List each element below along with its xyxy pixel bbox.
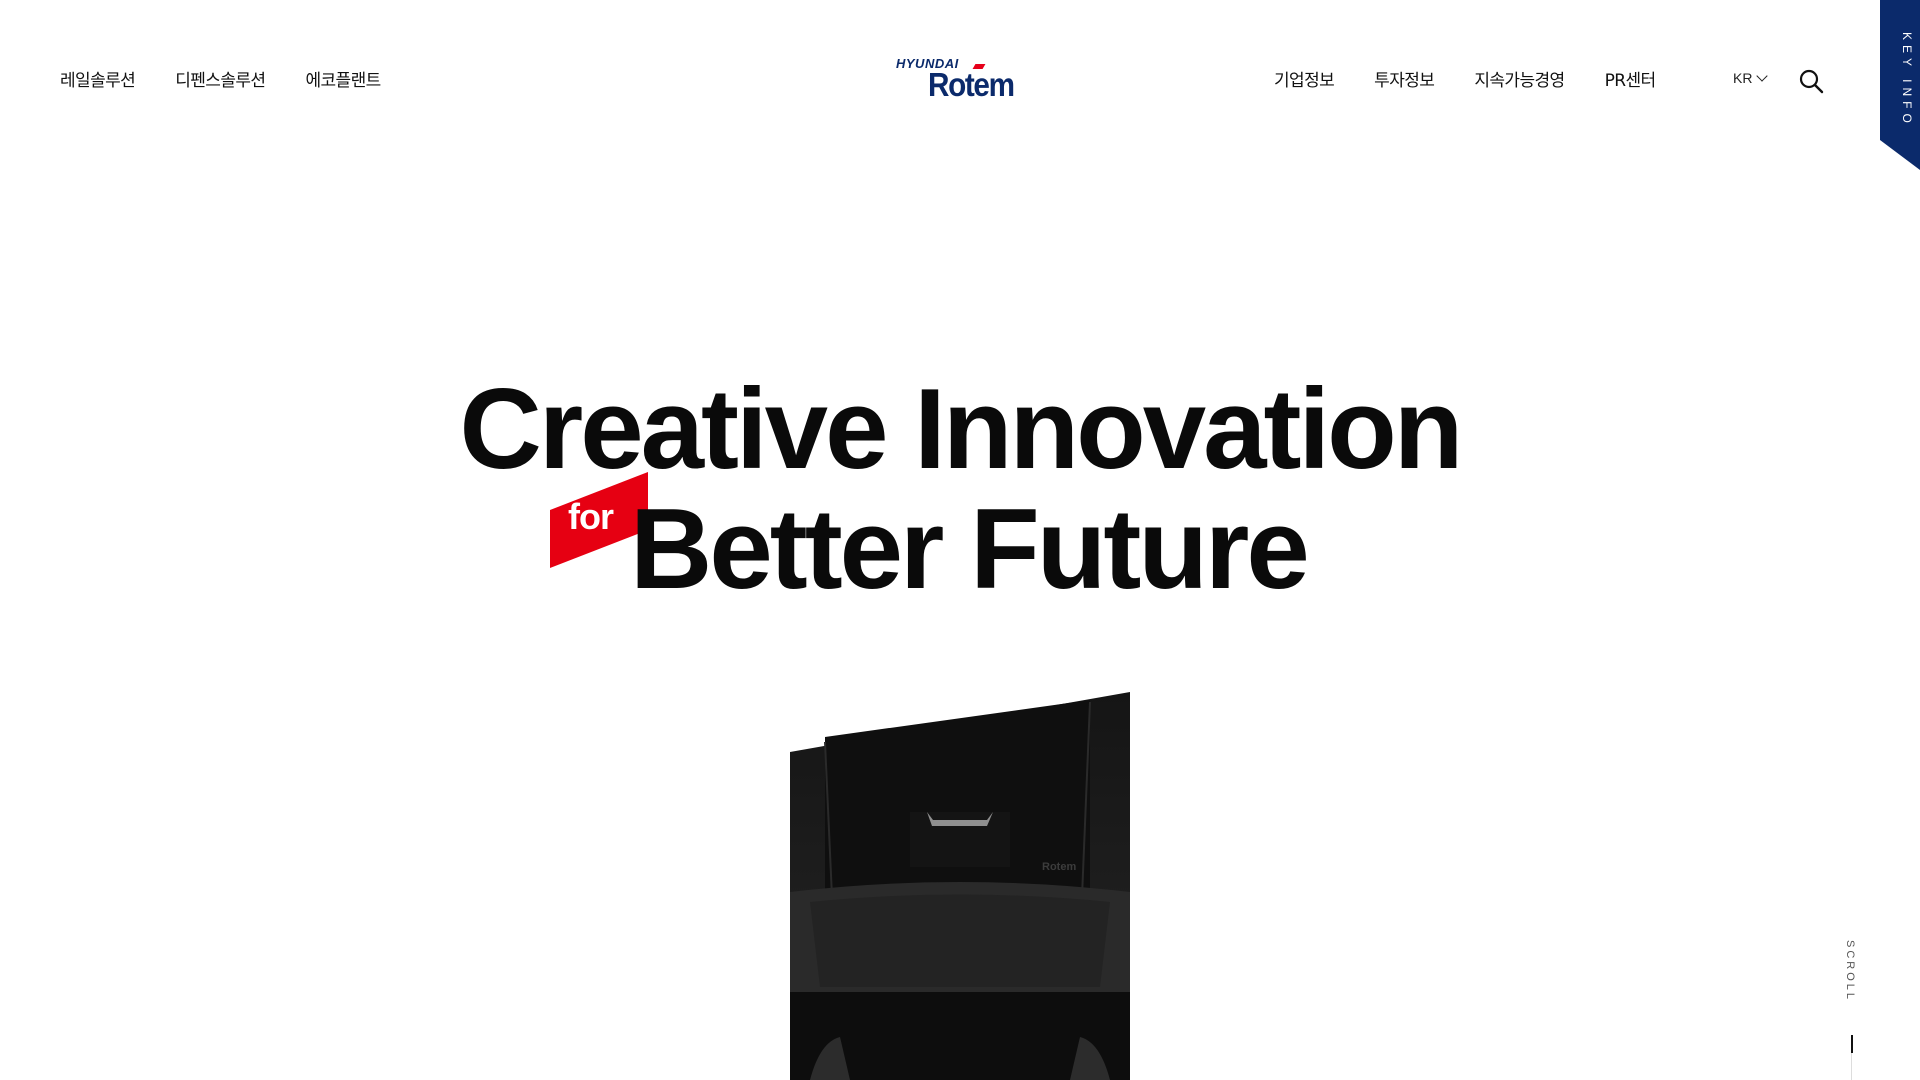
- scroll-progress: [1851, 1035, 1853, 1053]
- hero-title-line2-wrap: Better Future: [0, 490, 1920, 610]
- nav-investor-info[interactable]: 투자정보: [1374, 66, 1435, 91]
- svg-text:Rotem: Rotem: [1042, 861, 1076, 873]
- nav-defense-solution[interactable]: 디펜스솔루션: [175, 66, 266, 91]
- nav-left: 레일솔루션 디펜스솔루션 에코플랜트: [60, 66, 381, 91]
- key-info-tab[interactable]: KEY INFO: [1880, 0, 1920, 170]
- scroll-indicator: SCROLL: [1842, 940, 1862, 1080]
- hero-title-line2: Better Future: [630, 486, 1310, 613]
- search-icon[interactable]: [1798, 68, 1824, 94]
- language-selector[interactable]: KR: [1733, 70, 1769, 86]
- language-label: KR: [1733, 70, 1753, 86]
- scroll-label: SCROLL: [1844, 940, 1856, 1003]
- nav-pr-center[interactable]: PR센터: [1605, 66, 1657, 91]
- chevron-down-icon: [1756, 70, 1769, 82]
- nav-company-info[interactable]: 기업정보: [1274, 66, 1335, 91]
- nav-right: 기업정보 투자정보 지속가능경영 PR센터: [1274, 66, 1656, 91]
- key-info-label: KEY INFO: [1900, 32, 1914, 128]
- logo-rotem-text: Rotem: [928, 66, 1015, 103]
- hero-video-train[interactable]: Rotem: [790, 692, 1130, 1080]
- nav-sustainability[interactable]: 지속가능경영: [1474, 66, 1565, 91]
- hero-title-line1: Creative Innovation: [459, 366, 1464, 493]
- hyundai-rotem-logo[interactable]: HYUNDAI Rotem: [896, 56, 1026, 106]
- nav-eco-plant[interactable]: 에코플랜트: [305, 66, 381, 91]
- nav-rail-solution[interactable]: 레일솔루션: [60, 66, 136, 91]
- site-header: 레일솔루션 디펜스솔루션 에코플랜트 HYUNDAI Rotem 기업정보 투자…: [0, 0, 1920, 160]
